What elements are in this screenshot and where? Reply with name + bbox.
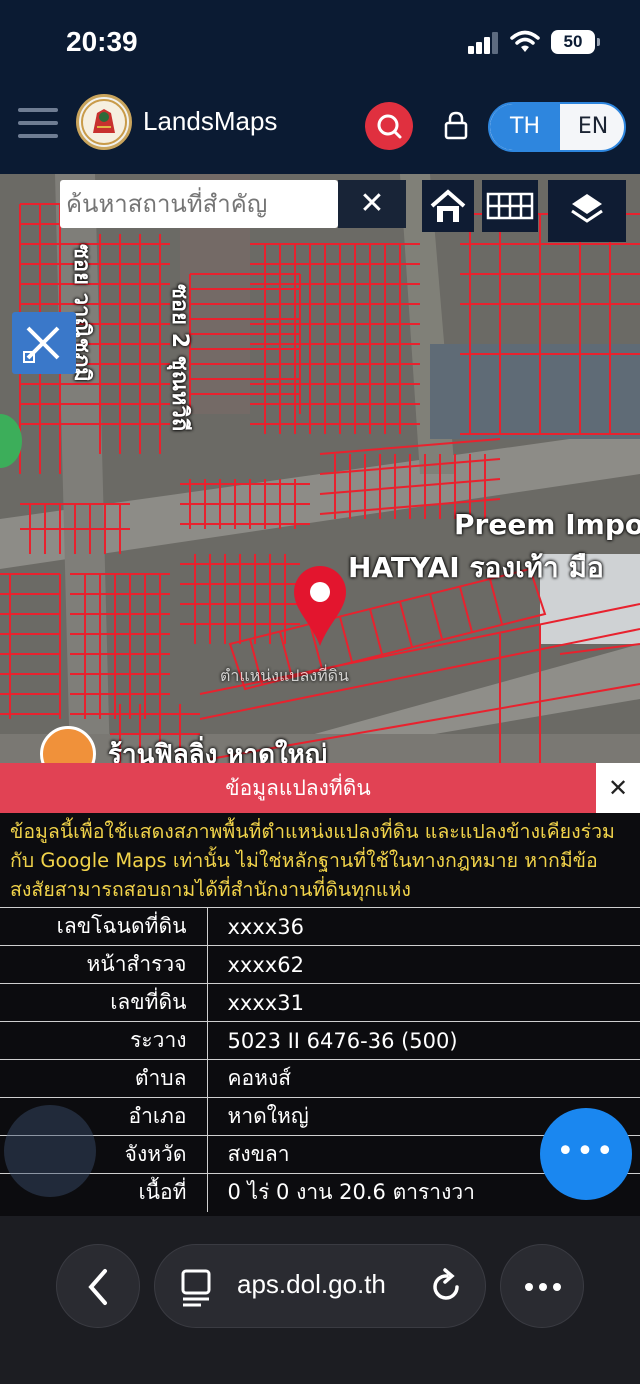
info-row: ระวาง 5023 II 6476-36 (500) <box>0 1021 640 1060</box>
map-view[interactable]: ซอย 2 ชุณหวิถี ซอย วาณิชภูมิ Preem Impo … <box>0 174 640 764</box>
info-row: อำเภอ หาดใหญ่ <box>0 1097 640 1136</box>
info-row-label: ตำบล <box>0 1059 208 1098</box>
info-row: ตำบล คอหงส์ <box>0 1059 640 1098</box>
address-bar[interactable]: aps.dol.go.th <box>154 1244 486 1328</box>
info-row-value: xxxx62 <box>207 945 640 984</box>
info-row-value: xxxx36 <box>207 907 640 946</box>
browser-more-button[interactable] <box>500 1244 584 1328</box>
lang-th-button[interactable]: TH <box>490 104 560 150</box>
home-icon <box>430 189 466 222</box>
place-search-input[interactable] <box>60 180 330 228</box>
cellular-signal-icon <box>468 32 500 54</box>
search-button[interactable] <box>365 102 413 150</box>
info-row-value: xxxx31 <box>207 983 640 1022</box>
info-icon[interactable] <box>4 1105 96 1197</box>
lang-en-button[interactable]: EN <box>560 104 624 150</box>
parcel-info-title: ข้อมูลแปลงที่ดิน <box>225 776 371 800</box>
reader-icon <box>181 1269 211 1307</box>
battery-indicator: 50 <box>551 30 600 54</box>
info-row-value: 5023 II 6476-36 (500) <box>207 1021 640 1060</box>
more-actions-fab[interactable]: ••• <box>540 1108 632 1200</box>
app-title: LandsMaps <box>143 106 278 136</box>
disclaimer-text: ข้อมูลนี้เพื่อใช้แสดงสภาพพื้นที่ตำแหน่งแ… <box>10 820 615 901</box>
info-row: เลขโฉนดที่ดิน xxxx36 <box>0 907 640 946</box>
search-icon <box>377 114 402 139</box>
info-row-value: คอหงส์ <box>207 1059 640 1098</box>
info-row: หน้าสำรวจ xxxx62 <box>0 945 640 984</box>
map-label-store-name: Preem Impo <box>454 508 640 541</box>
info-row: เลขที่ดิน xxxx31 <box>0 983 640 1022</box>
measure-tool-button[interactable] <box>12 312 76 374</box>
layers-button[interactable] <box>548 180 626 242</box>
layers-icon <box>571 194 603 223</box>
info-row: เนื้อที่ 0 ไร่ 0 งาน 20.6 ตารางวา <box>0 1173 640 1212</box>
ruler-pencil-icon <box>23 326 60 363</box>
place-search-box[interactable] <box>60 180 338 228</box>
parcel-info-header: ข้อมูลแปลงที่ดิน ✕ <box>0 763 640 813</box>
info-row-label: เลขที่ดิน <box>0 983 208 1022</box>
lock-icon[interactable] <box>442 110 470 140</box>
map-label-street-1: ซอย 2 ชุณหวิถี <box>167 284 192 432</box>
menu-icon[interactable] <box>18 106 60 140</box>
browser-back-button[interactable] <box>56 1244 140 1328</box>
search-clear-button[interactable]: ✕ <box>338 180 406 228</box>
parcel-info-close-button[interactable]: ✕ <box>596 763 640 813</box>
info-row-label: หน้าสำรวจ <box>0 945 208 984</box>
dol-logo <box>76 94 132 150</box>
grid-sheet-button[interactable] <box>482 180 538 232</box>
map-label-parcel-text: ตำแหน่งแปลงที่ดิน <box>220 666 349 685</box>
wifi-icon <box>510 30 540 52</box>
chevron-left-icon <box>88 1269 107 1305</box>
map-label-shop: ร้านฟิลลิ่ง หาดใหญ่ <box>108 740 327 764</box>
reload-icon[interactable] <box>427 1267 467 1307</box>
info-row-label: เลขโฉนดที่ดิน <box>0 907 208 946</box>
info-row-label: ระวาง <box>0 1021 208 1060</box>
browser-toolbar: aps.dol.go.th <box>0 1216 640 1384</box>
screen: 20:39 50 LandsMaps TH EN ซอย 2 ชุณหวิถี … <box>0 0 640 1384</box>
app-header: LandsMaps TH EN <box>0 86 640 174</box>
status-bar: 20:39 50 <box>0 0 640 86</box>
grid-icon <box>486 192 534 220</box>
parcel-location-pin-icon <box>294 566 346 646</box>
status-time: 20:39 <box>66 26 138 57</box>
more-dots-icon <box>525 1283 561 1291</box>
language-toggle[interactable]: TH EN <box>488 102 626 152</box>
map-label-store-line2: HATYAI รองเท้า มือ <box>348 551 604 584</box>
address-url: aps.dol.go.th <box>237 1269 386 1299</box>
home-button[interactable] <box>422 180 474 232</box>
